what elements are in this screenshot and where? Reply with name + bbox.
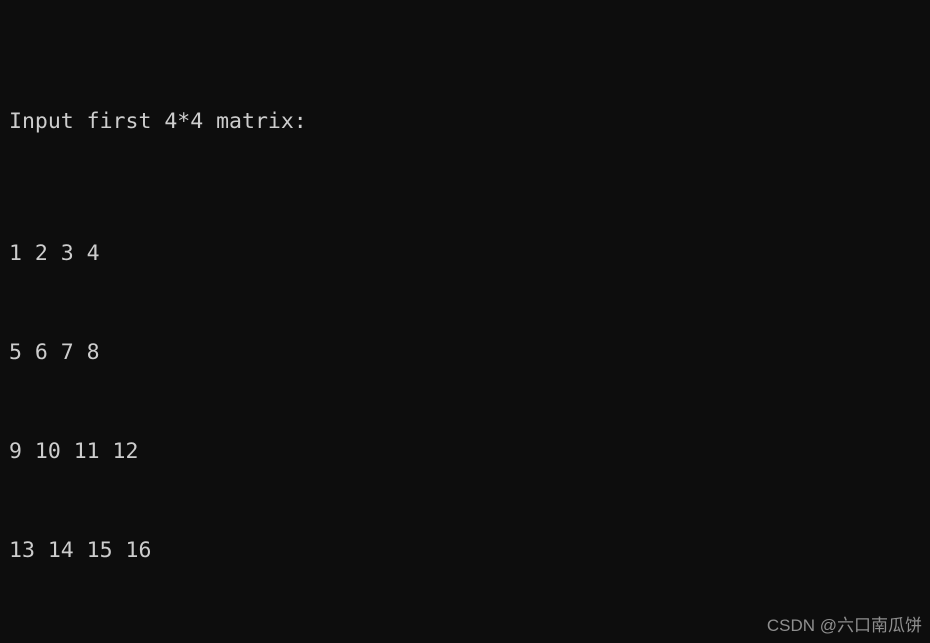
console-output-text: Input first 4*4 matrix: 1 2 3 4 5 6 7 8 … (9, 6, 930, 643)
output-line-matrix-a-row: 13 14 15 16 (9, 538, 152, 563)
console-window[interactable]: Input first 4*4 matrix: 1 2 3 4 5 6 7 8 … (0, 0, 930, 643)
output-line-prompt-first: Input first 4*4 matrix: (9, 109, 307, 134)
output-line-matrix-a-row: 1 2 3 4 (9, 241, 100, 266)
output-line-matrix-a-row: 5 6 7 8 (9, 340, 100, 365)
output-line-matrix-a-row: 9 10 11 12 (9, 439, 139, 464)
csdn-watermark: CSDN @六口南瓜饼 (766, 616, 922, 635)
